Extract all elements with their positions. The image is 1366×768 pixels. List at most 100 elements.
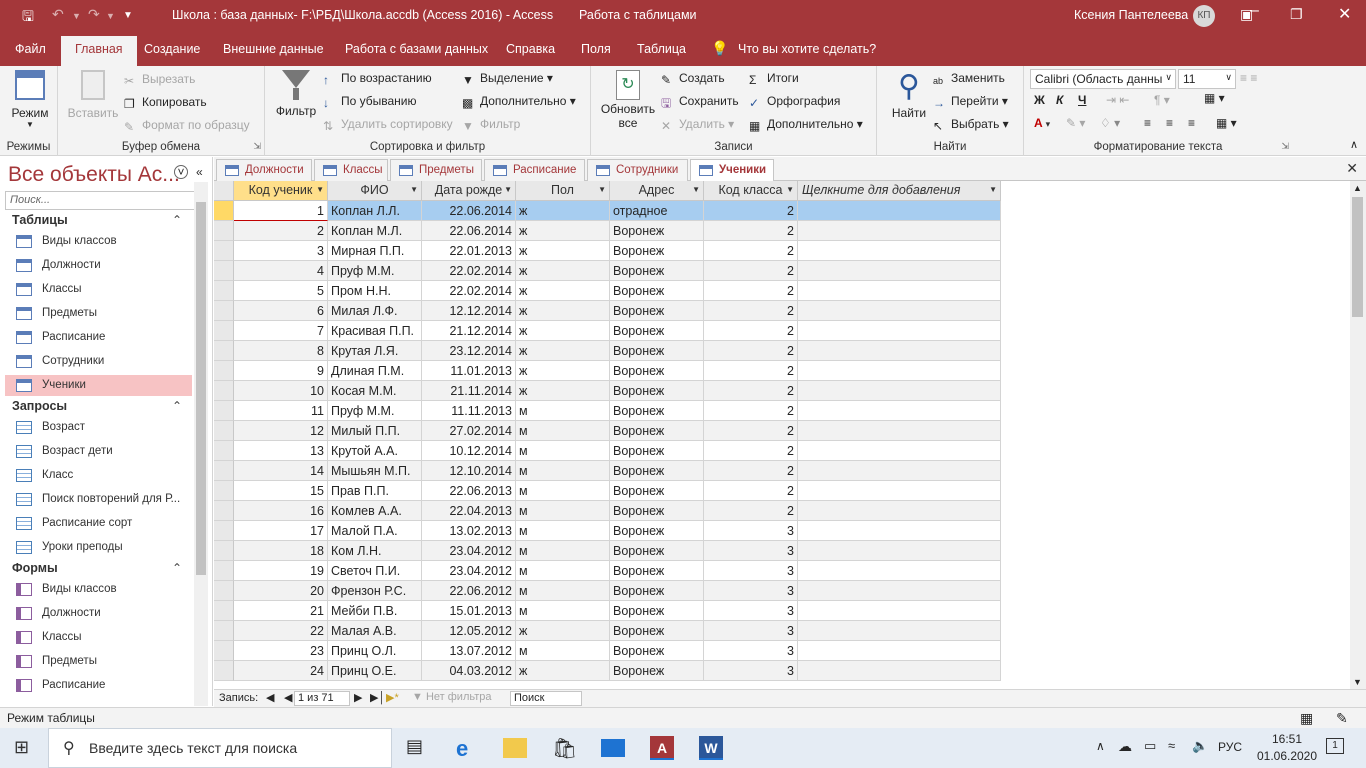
close-document-icon[interactable]: ✕	[1346, 160, 1358, 177]
tab-create[interactable]: Создание	[144, 42, 200, 56]
row-selector[interactable]	[214, 501, 234, 521]
redo-icon[interactable]: ↷	[88, 6, 100, 23]
table-cell[interactable]: 22.01.2013	[422, 241, 516, 261]
nav-item[interactable]: Должности	[5, 603, 192, 624]
table-cell[interactable]: Воронеж	[610, 321, 704, 341]
table-cell[interactable]: Воронеж	[610, 341, 704, 361]
table-cell[interactable]: 22.06.2012	[422, 581, 516, 601]
column-header-gender[interactable]: Пол ▼	[516, 181, 610, 201]
toggle-filter-button[interactable]: ▼ Фильтр	[462, 117, 520, 133]
table-cell[interactable]	[798, 501, 1001, 521]
alt-row-color-icon[interactable]: ▦ ▾	[1216, 116, 1237, 130]
row-selector[interactable]	[214, 401, 234, 421]
row-selector[interactable]	[214, 281, 234, 301]
tab-table[interactable]: Таблица	[637, 42, 686, 56]
table-cell[interactable]: 22.02.2014	[422, 281, 516, 301]
table-cell[interactable]: Мирная П.П.	[328, 241, 422, 261]
table-cell[interactable]: Мейби П.В.	[328, 601, 422, 621]
table-cell[interactable]: Воронеж	[610, 581, 704, 601]
table-cell[interactable]: ж	[516, 261, 610, 281]
gridlines-icon[interactable]: ▦ ▾	[1204, 91, 1225, 105]
prev-record-icon[interactable]: ◀	[284, 691, 292, 704]
table-cell[interactable]: Принц О.Е.	[328, 661, 422, 681]
close-icon[interactable]: ✕	[1338, 4, 1351, 24]
view-button[interactable]: Режим ▼	[8, 70, 52, 129]
table-row[interactable]: 3 Мирная П.П. 22.01.2013 ж Воронеж 2	[214, 241, 1001, 261]
table-cell[interactable]: 10	[234, 381, 328, 401]
sort-descending-button[interactable]: ↓ По убыванию	[323, 94, 417, 110]
clock-time[interactable]: 16:51	[1262, 732, 1312, 746]
collapse-group-icon[interactable]: ⌃	[172, 213, 182, 227]
table-cell[interactable]: Косая М.М.	[328, 381, 422, 401]
clock-date[interactable]: 01.06.2020	[1254, 749, 1320, 763]
table-cell[interactable]: ж	[516, 341, 610, 361]
nav-search-input[interactable]: Поиск...	[5, 191, 207, 210]
table-cell[interactable]: 21	[234, 601, 328, 621]
table-cell[interactable]: Воронеж	[610, 521, 704, 541]
dropdown-icon[interactable]: ▼	[989, 185, 997, 194]
table-cell[interactable]: 11.01.2013	[422, 361, 516, 381]
replace-button[interactable]: ab Заменить	[933, 71, 1005, 90]
table-cell[interactable]: ж	[516, 201, 610, 221]
row-selector[interactable]	[214, 561, 234, 581]
table-cell[interactable]: 10.12.2014	[422, 441, 516, 461]
table-cell[interactable]: Воронеж	[610, 361, 704, 381]
nav-item[interactable]: Предметы	[5, 651, 192, 672]
table-cell[interactable]: Воронеж	[610, 661, 704, 681]
table-cell[interactable]	[798, 301, 1001, 321]
fill-color-icon[interactable]: ♢ ▾	[1100, 116, 1120, 130]
table-cell[interactable]: 2	[704, 221, 798, 241]
more-records-button[interactable]: ▦ Дополнительно ▾	[749, 117, 863, 133]
dialog-launcher-icon[interactable]: ⇲	[253, 141, 261, 152]
delete-record-button[interactable]: ✕ Удалить ▾	[661, 117, 734, 133]
table-cell[interactable]: 6	[234, 301, 328, 321]
table-cell[interactable]: м	[516, 481, 610, 501]
table-cell[interactable]: Воронеж	[610, 641, 704, 661]
goto-button[interactable]: → Перейти ▾	[933, 94, 1008, 110]
nav-item[interactable]: Виды классов	[5, 231, 192, 252]
indent-icon[interactable]: ⇥ ⇤	[1106, 93, 1129, 107]
table-cell[interactable]: 2	[704, 501, 798, 521]
task-view-icon[interactable]: ▤	[406, 736, 430, 760]
table-cell[interactable]: 22.02.2014	[422, 261, 516, 281]
table-cell[interactable]: 20	[234, 581, 328, 601]
table-row[interactable]: 22 Малая А.В. 12.05.2012 ж Воронеж 3	[214, 621, 1001, 641]
save-icon[interactable]: 🖫	[22, 6, 34, 30]
table-cell[interactable]	[798, 661, 1001, 681]
table-cell[interactable]: Малой П.А.	[328, 521, 422, 541]
table-cell[interactable]	[798, 581, 1001, 601]
redo-dropdown-icon[interactable]: ▼	[106, 11, 115, 21]
table-row[interactable]: 8 Крутая Л.Я. 23.12.2014 ж Воронеж 2	[214, 341, 1001, 361]
table-cell[interactable]: Пруф М.М.	[328, 261, 422, 281]
nav-item[interactable]: Поиск повторений для Р...	[5, 489, 192, 510]
italic-button[interactable]: К	[1056, 93, 1063, 107]
tab-external-data[interactable]: Внешние данные	[223, 42, 324, 56]
wifi-icon[interactable]: ≈	[1168, 738, 1175, 753]
table-cell[interactable]: 3	[704, 581, 798, 601]
table-cell[interactable]: 17	[234, 521, 328, 541]
table-cell[interactable]: м	[516, 521, 610, 541]
nav-item[interactable]: Возраст дети	[5, 441, 192, 462]
table-cell[interactable]: 3	[704, 601, 798, 621]
dialog-launcher-icon[interactable]: ⇲	[1281, 141, 1289, 152]
table-cell[interactable]: 14	[234, 461, 328, 481]
row-selector[interactable]	[214, 421, 234, 441]
table-row[interactable]: 17 Малой П.А. 13.02.2013 м Воронеж 3	[214, 521, 1001, 541]
new-record-button[interactable]: ✎ Создать	[661, 71, 725, 87]
doc-tab-classes[interactable]: Классы	[314, 159, 388, 181]
table-cell[interactable]: 22.06.2013	[422, 481, 516, 501]
table-row[interactable]: 19 Светоч П.И. 23.04.2012 м Воронеж 3	[214, 561, 1001, 581]
table-cell[interactable]: ж	[516, 301, 610, 321]
table-cell[interactable]: 2	[704, 301, 798, 321]
remove-sort-button[interactable]: ⇅ Удалить сортировку	[323, 117, 453, 133]
tell-me-input[interactable]: Что вы хотите сделать?	[738, 42, 876, 56]
nav-group-queries[interactable]: Запросы	[12, 399, 67, 413]
scroll-up-icon[interactable]: ▲	[1353, 183, 1362, 193]
table-cell[interactable]	[798, 281, 1001, 301]
table-row[interactable]: 21 Мейби П.В. 15.01.2013 м Воронеж 3	[214, 601, 1001, 621]
table-cell[interactable]: 3	[704, 641, 798, 661]
table-row[interactable]: 2 Коплан М.Л. 22.06.2014 ж Воронеж 2	[214, 221, 1001, 241]
chevron-up-icon[interactable]: ∧	[1096, 739, 1105, 753]
doc-tab-staff[interactable]: Сотрудники	[587, 159, 688, 181]
scroll-thumb[interactable]	[1352, 197, 1363, 317]
